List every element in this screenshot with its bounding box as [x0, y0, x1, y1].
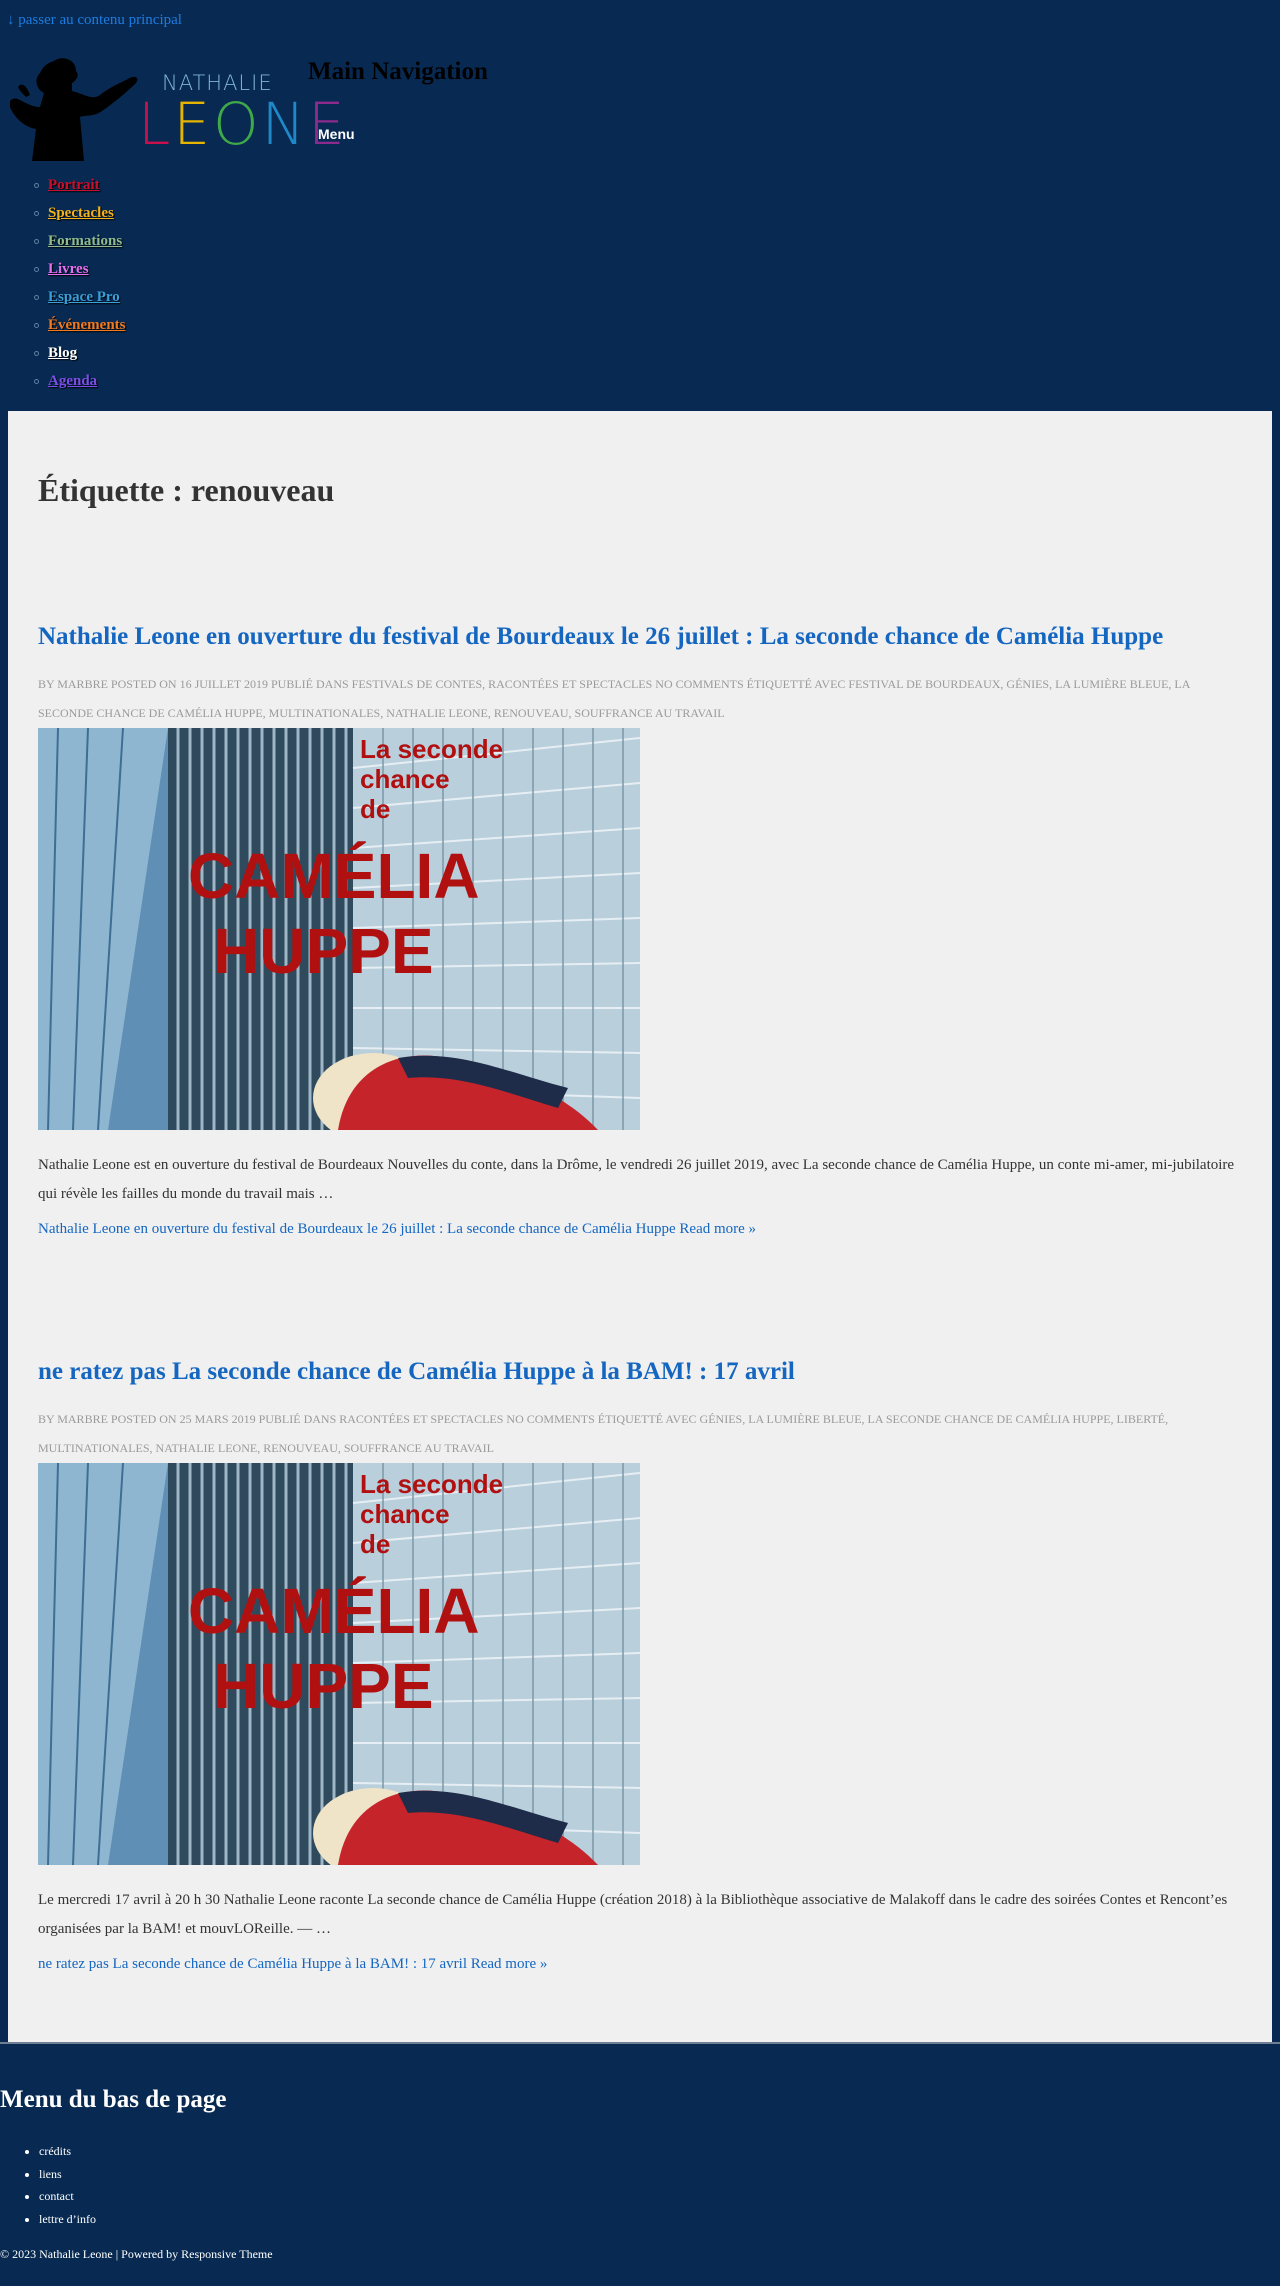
- nav-link-agenda[interactable]: Agenda: [48, 373, 97, 390]
- list-bullet-icon: [34, 322, 39, 328]
- menu-toggle[interactable]: Menu: [318, 126, 355, 142]
- footer-link-credits[interactable]: crédits: [39, 2144, 71, 2158]
- performer-silhouette-icon: [10, 58, 138, 161]
- image-title-line: La seconde: [360, 734, 503, 764]
- footer-menu-heading: Menu du bas de page: [0, 2086, 227, 2113]
- footer-divider: [0, 2042, 1280, 2044]
- logo-letter: E: [173, 90, 213, 158]
- post-title-link[interactable]: ne ratez pas La seconde chance de Caméli…: [38, 1357, 1248, 1387]
- footer-menu-item: lettre d’info: [39, 2208, 96, 2231]
- post-meta: By marbre Posted on 16 juillet 2019 Publ…: [38, 677, 1190, 720]
- footer-menu: crédits liens contact lettre d’info: [39, 2140, 96, 2230]
- main-navigation-heading: Main Navigation: [308, 58, 488, 85]
- image-title-line: chance: [360, 1499, 450, 1529]
- post-excerpt: Nathalie Leone est en ouverture du festi…: [38, 1157, 1235, 1202]
- list-bullet-icon: [34, 238, 39, 244]
- skip-to-content-link[interactable]: ↓ passer au contenu principal: [7, 12, 182, 29]
- list-bullet-icon: [34, 182, 39, 188]
- post-meta: By marbre Posted on 25 mars 2019 Publié …: [38, 1412, 1169, 1455]
- copyright-text: © 2023 Nathalie Leone | Powered by Respo…: [0, 2247, 273, 2261]
- post-excerpt: Le mercredi 17 avril à 20 h 30 Nathalie …: [38, 1892, 1228, 1937]
- list-bullet-icon: [34, 350, 39, 356]
- nav-link-blog[interactable]: Blog: [48, 345, 77, 362]
- main-content: Étiquette : renouveau Nathalie Leone en …: [8, 411, 1272, 2042]
- footer-link-liens[interactable]: liens: [39, 2167, 62, 2181]
- nav-item-blog: Blog: [34, 339, 126, 367]
- nav-item-formations: Formations: [34, 227, 126, 255]
- nav-link-portrait[interactable]: Portrait: [48, 177, 100, 194]
- site-logo[interactable]: NATHALIE LEONE: [10, 57, 345, 161]
- logo-letter: O: [212, 90, 262, 158]
- list-bullet-icon: [34, 378, 39, 384]
- image-title-line: CAMÉLIA: [188, 1575, 480, 1647]
- read-more-link[interactable]: ne ratez pas La seconde chance de Caméli…: [38, 1956, 1248, 1973]
- footer-link-newsletter[interactable]: lettre d’info: [39, 2212, 96, 2226]
- nav-link-spectacles[interactable]: Spectacles: [48, 205, 114, 222]
- image-title-line: HUPPE: [213, 1650, 434, 1722]
- nav-item-evenements: Événements: [34, 311, 126, 339]
- nav-item-spectacles: Spectacles: [34, 199, 126, 227]
- footer-menu-item: crédits: [39, 2140, 96, 2163]
- read-more-link[interactable]: Nathalie Leone en ouverture du festival …: [38, 1221, 1248, 1238]
- list-bullet-icon: [34, 266, 39, 272]
- list-bullet-icon: [34, 210, 39, 216]
- image-title-line: de: [360, 1529, 390, 1559]
- footer-menu-item: liens: [39, 2163, 96, 2186]
- logo-letter: N: [261, 90, 309, 158]
- list-bullet-icon: [34, 294, 39, 300]
- logo-letter: L: [138, 90, 174, 158]
- image-title-line: CAMÉLIA: [188, 840, 480, 912]
- main-nav-list: Portrait Spectacles Formations Livres Es…: [34, 171, 126, 395]
- image-title-line: HUPPE: [213, 915, 434, 987]
- nav-link-formations[interactable]: Formations: [48, 233, 122, 250]
- blog-post: Nathalie Leone en ouverture du festival …: [38, 622, 1248, 1238]
- nav-item-livres: Livres: [34, 255, 126, 283]
- blog-post: ne ratez pas La seconde chance de Caméli…: [38, 1357, 1248, 1973]
- nav-item-espace-pro: Espace Pro: [34, 283, 126, 311]
- logo-letter: E: [308, 90, 348, 158]
- nav-link-evenements[interactable]: Événements: [48, 317, 126, 334]
- image-title-line: de: [360, 794, 390, 824]
- post-featured-image[interactable]: La seconde chance de CAMÉLIA HUPPE: [38, 728, 640, 1130]
- nav-link-livres[interactable]: Livres: [48, 261, 89, 278]
- page-title: Étiquette : renouveau: [38, 472, 335, 508]
- nav-item-agenda: Agenda: [34, 367, 126, 395]
- logo-last-name: LEONE: [138, 95, 348, 153]
- footer-link-contact[interactable]: contact: [39, 2189, 74, 2203]
- image-title-line: chance: [360, 764, 450, 794]
- image-title-line: La seconde: [360, 1469, 503, 1499]
- nav-item-portrait: Portrait: [34, 171, 126, 199]
- post-featured-image[interactable]: La seconde chance de CAMÉLIA HUPPE: [38, 1463, 640, 1865]
- nav-link-espace-pro[interactable]: Espace Pro: [48, 289, 120, 306]
- footer-menu-item: contact: [39, 2185, 96, 2208]
- post-title-link[interactable]: Nathalie Leone en ouverture du festival …: [38, 622, 1248, 652]
